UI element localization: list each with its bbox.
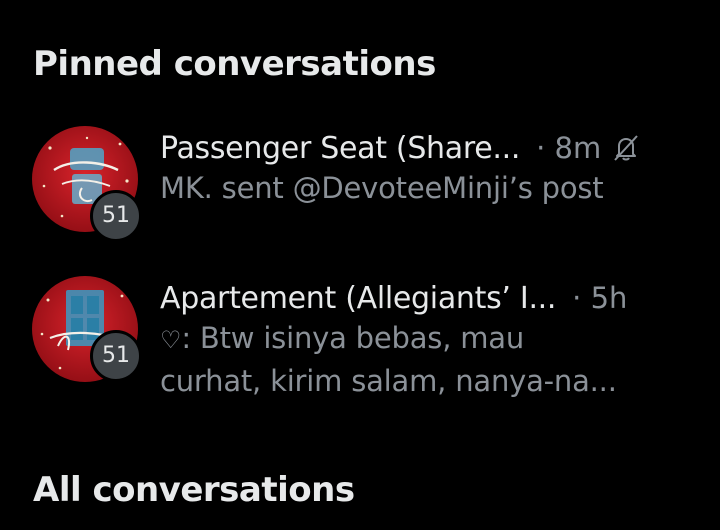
message-preview-text: : Btw isinya bebas, mau [181,321,525,355]
conversation-item-passenger-seat[interactable]: 51 Passenger Seat (Share... · 8m MK. sen… [0,118,720,242]
unread-count-badge: 51 [90,330,142,382]
message-preview: MK. sent @DevoteeMinji’s post [160,168,660,209]
conversation-name: Apartement (Allegiants’ I... [160,280,557,316]
unread-count-badge: 51 [90,190,142,242]
message-preview: ♡: Btw isinya bebas, mau curhat, kirim s… [160,318,660,402]
message-preview-line: MK. sent @DevoteeMinji’s post [160,171,604,205]
bell-slash-icon [611,133,641,163]
heart-icon: ♡ [160,326,182,354]
conversation-timestamp: · 8m [536,131,602,165]
pinned-conversations-heading: Pinned conversations [33,44,436,84]
conversation-timestamp: · 5h [572,281,628,315]
message-preview-line: ♡: Btw isinya bebas, mau [160,318,660,361]
message-preview-line: curhat, kirim salam, nanya-na... [160,364,617,398]
conversation-header: Passenger Seat (Share... · 8m [160,128,641,168]
conversation-name: Passenger Seat (Share... [160,130,521,166]
all-conversations-heading: All conversations [33,470,355,510]
conversation-header: Apartement (Allegiants’ I... · 5h [160,278,627,318]
conversation-item-apartement[interactable]: 51 Apartement (Allegiants’ I... · 5h ♡: … [0,268,720,398]
